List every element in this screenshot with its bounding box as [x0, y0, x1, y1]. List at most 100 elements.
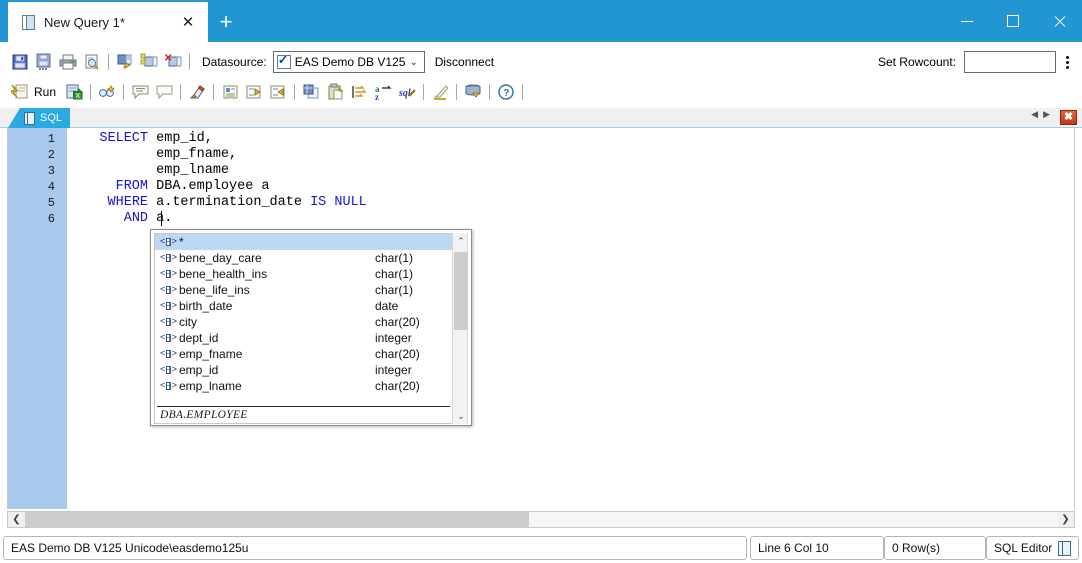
line-number: 5 — [47, 196, 55, 210]
minimize-button[interactable] — [944, 0, 990, 42]
print-icon[interactable] — [56, 50, 80, 74]
overflow-menu-icon[interactable] — [1058, 51, 1076, 73]
copy-grid-icon[interactable] — [299, 80, 323, 104]
tab-prev-icon[interactable]: ◀ — [1031, 110, 1038, 119]
editor-horizontal-scrollbar[interactable]: ❮ ❯ — [7, 511, 1075, 528]
document-tab[interactable]: New Query 1* ✕ — [8, 2, 208, 42]
run-to-excel-icon[interactable]: X — [62, 80, 86, 104]
column-icon: < > — [160, 332, 177, 343]
clear-icon[interactable] — [185, 80, 209, 104]
scroll-left-icon[interactable]: ❮ — [8, 512, 25, 527]
code-line-4: FROM DBA.employee a — [67, 179, 270, 195]
column-type: char(1) — [375, 267, 414, 281]
uncomment-icon[interactable] — [152, 80, 176, 104]
scrollbar-track[interactable] — [25, 512, 1057, 527]
code-text: emp_id, — [148, 131, 213, 146]
svg-text:?: ? — [503, 88, 509, 99]
status-row-count: 0 Row(s) — [884, 536, 986, 560]
minimize-icon — [961, 20, 973, 22]
column-type: char(20) — [375, 379, 420, 393]
sort-az-icon[interactable]: a z — [371, 80, 395, 104]
scrollbar-thumb[interactable] — [25, 512, 529, 527]
list-item[interactable]: < > bene_day_care char(1) — [155, 250, 454, 266]
column-name: * — [179, 235, 184, 249]
run-icon[interactable] — [8, 80, 32, 104]
list-item[interactable]: < > dept_id integer — [155, 330, 454, 346]
scroll-right-icon[interactable]: ❯ — [1057, 512, 1074, 527]
package-icon[interactable] — [461, 80, 485, 104]
close-tab-icon[interactable]: ✕ — [178, 12, 198, 32]
datasource-value: EAS Demo DB V125 Unic — [294, 55, 407, 69]
column-name: bene_health_ins — [179, 267, 268, 281]
run-button-label[interactable]: Run — [34, 85, 56, 99]
tab-next-icon[interactable]: ▶ — [1043, 110, 1050, 119]
scrollbar-thumb[interactable] — [454, 252, 468, 330]
help-icon[interactable]: ? — [494, 80, 518, 104]
tab-sql[interactable]: SQL — [8, 108, 70, 128]
status-cursor-position: Line 6 Col 10 — [750, 536, 884, 560]
document-tab-label: New Query 1* — [44, 14, 125, 30]
autocomplete-inner-frame: < > * < > bene_day_care char(1) < > bene_he… — [154, 233, 455, 424]
indent-right-icon[interactable] — [266, 80, 290, 104]
list-item[interactable]: < > bene_life_ins char(1) — [155, 282, 454, 298]
toolbar-separator — [176, 84, 185, 100]
connect-edit-icon[interactable] — [113, 50, 137, 74]
indent-left-icon[interactable] — [242, 80, 266, 104]
column-type: char(20) — [375, 315, 420, 329]
connected-check-icon — [276, 52, 291, 69]
list-item[interactable]: < > bene_health_ins char(1) — [155, 266, 454, 282]
line-number-gutter: 1 2 3 4 5 6 — [8, 128, 67, 509]
rowcount-label: Set Rowcount: — [877, 55, 956, 69]
list-item[interactable]: < > city char(20) — [155, 314, 454, 330]
autocomplete-scrollbar[interactable]: ⌃ ⌄ — [452, 233, 468, 424]
maximize-button[interactable] — [990, 0, 1036, 42]
toolbar-separator — [518, 84, 527, 100]
list-item[interactable]: < > emp_id integer — [155, 362, 454, 378]
print-preview-icon[interactable] — [80, 50, 104, 74]
scroll-down-icon[interactable]: ⌄ — [453, 408, 469, 424]
list-item[interactable]: < > birth_date date — [155, 298, 454, 314]
column-icon: < > — [160, 316, 177, 327]
svg-text:sql: sql — [398, 88, 411, 99]
close-tab-button[interactable]: ✖ — [1060, 110, 1077, 125]
explain-plan-icon[interactable] — [95, 80, 119, 104]
format-icon[interactable] — [218, 80, 242, 104]
save-as-icon[interactable] — [32, 50, 56, 74]
code-text: a.termination_date — [148, 195, 311, 210]
delete-connection-icon[interactable]: ✕ — [161, 50, 185, 74]
column-name: emp_fname — [179, 347, 243, 361]
autocomplete-list[interactable]: < > * < > bene_day_care char(1) < > bene_he… — [155, 234, 454, 400]
column-icon: < > — [160, 284, 177, 295]
rowcount-input[interactable] — [964, 51, 1056, 73]
new-connection-icon[interactable] — [137, 50, 161, 74]
column-icon: < > — [160, 348, 177, 359]
line-number: 2 — [47, 148, 55, 162]
close-button[interactable] — [1036, 0, 1082, 42]
datasource-select[interactable]: EAS Demo DB V125 Unic ⌄ — [272, 51, 425, 73]
list-item[interactable]: < > emp_fname char(20) — [155, 346, 454, 362]
column-name: city — [179, 315, 197, 329]
column-type: char(20) — [375, 347, 420, 361]
comment-icon[interactable] — [128, 80, 152, 104]
autocomplete-popup[interactable]: < > * < > bene_day_care char(1) < > bene_he… — [150, 229, 472, 426]
close-icon — [1053, 15, 1066, 28]
highlighter-icon[interactable] — [428, 80, 452, 104]
list-item[interactable]: < > emp_lname char(20) — [155, 378, 454, 394]
query-document-icon — [22, 14, 35, 30]
status-connection: EAS Demo DB V125 Unicode\easdemo125u — [3, 536, 747, 560]
tab-sql-label: SQL — [40, 112, 63, 124]
save-icon[interactable] — [8, 50, 32, 74]
code-text: emp_lname — [156, 163, 230, 178]
code-text: DBA.employee a — [148, 179, 270, 194]
disconnect-button[interactable]: Disconnect — [435, 55, 494, 69]
list-item[interactable]: < > * — [155, 234, 454, 250]
scroll-up-icon[interactable]: ⌃ — [453, 233, 469, 249]
sql-tools-icon[interactable]: sql — [395, 80, 419, 104]
paste-grid-icon[interactable] — [323, 80, 347, 104]
align-icon[interactable] — [347, 80, 371, 104]
column-name: emp_id — [179, 363, 219, 377]
new-tab-button[interactable]: + — [212, 8, 240, 36]
